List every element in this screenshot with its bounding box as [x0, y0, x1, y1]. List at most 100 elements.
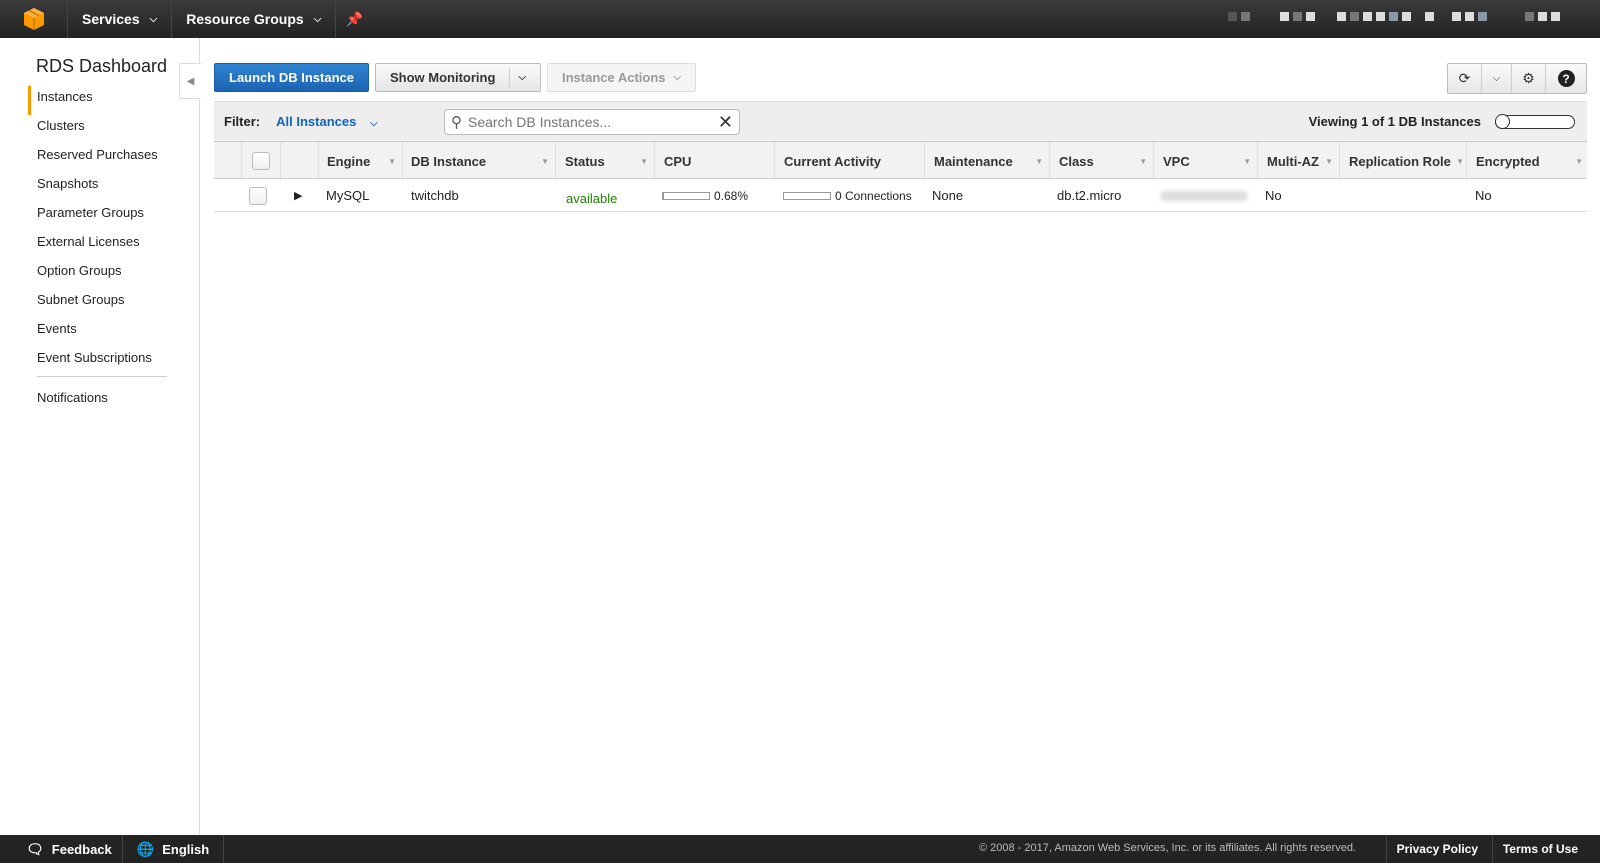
sidebar-item-instances[interactable]: Instances	[28, 86, 178, 115]
cell-engine: MySQL	[326, 188, 370, 203]
sidebar-item-subnet-groups[interactable]: Subnet Groups	[28, 289, 178, 318]
filter-dropdown[interactable]: All Instances ⌵	[276, 114, 377, 129]
chevron-down-icon[interactable]: ⌵	[1482, 64, 1512, 93]
row-density-slider[interactable]	[1495, 114, 1575, 129]
filter-value: All Instances	[276, 114, 357, 129]
privacy-policy-link[interactable]: Privacy Policy	[1385, 835, 1488, 863]
instance-actions-button[interactable]: Instance Actions ⌵	[546, 63, 697, 92]
cell-vpc[interactable]	[1160, 179, 1248, 212]
copyright-text: © 2008 - 2017, Amazon Web Services, Inc.…	[979, 842, 1356, 854]
resource-groups-label: Resource Groups	[186, 11, 304, 27]
pin-icon[interactable]: 📌	[336, 0, 372, 38]
toolbar: Launch DB Instance Show Monitoring ⌵ Ins…	[214, 63, 697, 93]
sidebar-item-option-groups[interactable]: Option Groups	[28, 260, 178, 289]
refresh-icon[interactable]: ⟳	[1448, 64, 1482, 93]
cell-db-instance[interactable]: twitchdb	[411, 179, 459, 212]
cpu-bar-fill	[663, 192, 664, 199]
sidebar-item-parameter-groups[interactable]: Parameter Groups	[28, 202, 178, 231]
cell-status: available	[566, 191, 618, 206]
column-encrypted-label: Encrypted	[1476, 153, 1540, 169]
resource-groups-menu[interactable]: Resource Groups ⌵	[172, 0, 337, 38]
sort-icon: ▼	[1243, 156, 1251, 166]
table-row[interactable]: ▶ MySQL twitchdb available 0.68% 0 Conne…	[214, 179, 1587, 212]
aws-logo-icon[interactable]	[0, 0, 68, 38]
sort-icon: ▼	[1575, 156, 1583, 166]
column-maintenance[interactable]: Maintenance ▼	[924, 142, 1049, 180]
right-toolbar: ⟳ ⌵ ⚙ ?	[1447, 63, 1587, 94]
cell-maintenance: None	[932, 188, 964, 203]
sort-icon: ▼	[541, 156, 549, 166]
sort-icon: ▼	[640, 156, 648, 166]
sidebar-divider	[37, 376, 167, 377]
show-monitoring-button[interactable]: Show Monitoring ⌵	[374, 63, 541, 92]
speech-bubble-icon: 🗨	[26, 840, 44, 857]
instances-table: Engine ▼ DB Instance ▼ Status ▼ CPU Curr…	[214, 141, 1587, 212]
cell-current-activity: 0 Connections	[783, 179, 912, 212]
column-engine[interactable]: Engine ▼	[318, 142, 402, 180]
sidebar-item-reserved-purchases[interactable]: Reserved Purchases	[28, 144, 178, 173]
sidebar-item-clusters[interactable]: Clusters	[28, 115, 178, 144]
help-icon: ?	[1557, 70, 1575, 87]
column-multi-az[interactable]: Multi-AZ ▼	[1257, 142, 1339, 180]
sidebar: RDS Dashboard Instances Clusters Reserve…	[0, 38, 201, 835]
row-select-cell	[249, 179, 267, 212]
select-all-cell	[241, 142, 281, 180]
table-header: Engine ▼ DB Instance ▼ Status ▼ CPU Curr…	[214, 141, 1587, 180]
cell-class: db.t2.micro	[1057, 188, 1122, 203]
sidebar-item-events[interactable]: Events	[28, 318, 178, 347]
sort-icon: ▼	[388, 156, 396, 166]
top-navigation-bar: Services ⌵ Resource Groups ⌵ 📌	[0, 0, 1600, 38]
feedback-button[interactable]: 🗨 Feedback	[0, 835, 123, 863]
column-class[interactable]: Class ▼	[1049, 142, 1153, 180]
sidebar-item-snapshots[interactable]: Snapshots	[28, 173, 178, 202]
chevron-left-icon: ◀	[186, 75, 195, 87]
instance-actions-label: Instance Actions	[561, 70, 666, 85]
viewing-count: Viewing 1 of 1 DB Instances	[1308, 114, 1481, 129]
terms-of-use-link[interactable]: Terms of Use	[1491, 835, 1588, 863]
expand-row-icon[interactable]: ▶	[294, 179, 302, 212]
services-menu[interactable]: Services ⌵	[68, 0, 173, 38]
sidebar-item-external-licenses[interactable]: External Licenses	[28, 231, 178, 260]
help-button[interactable]: ?	[1546, 64, 1586, 93]
account-menu[interactable]	[1228, 12, 1560, 21]
cell-cpu: 0.68%	[662, 179, 748, 212]
launch-db-instance-button[interactable]: Launch DB Instance	[214, 63, 369, 92]
search-input[interactable]	[468, 114, 698, 130]
column-status[interactable]: Status ▼	[555, 142, 654, 180]
clear-search-icon[interactable]: ✕	[718, 112, 733, 133]
column-replication-role[interactable]: Replication Role ▼	[1339, 142, 1466, 180]
column-vpc[interactable]: VPC ▼	[1153, 142, 1257, 180]
collapse-sidebar-button[interactable]: ◀	[179, 63, 201, 99]
feedback-label: Feedback	[51, 841, 112, 857]
column-db-instance-label: DB Instance	[411, 153, 487, 169]
column-encrypted[interactable]: Encrypted ▼	[1466, 142, 1587, 180]
sidebar-item-notifications[interactable]: Notifications	[28, 387, 178, 416]
sidebar-nav: Instances Clusters Reserved Purchases Sn…	[28, 86, 178, 416]
cell-encrypted: No	[1475, 188, 1492, 203]
cpu-bar	[662, 191, 710, 200]
footer: 🗨 Feedback 🌐 English © 2008 - 2017, Amaz…	[0, 835, 1600, 863]
column-cpu[interactable]: CPU	[654, 142, 774, 180]
sidebar-title[interactable]: RDS Dashboard	[36, 56, 167, 77]
gear-icon[interactable]: ⚙	[1512, 64, 1546, 93]
column-db-instance[interactable]: DB Instance ▼	[402, 142, 555, 180]
cell-multi-az: No	[1265, 188, 1282, 203]
row-checkbox[interactable]	[249, 186, 267, 205]
select-all-checkbox[interactable]	[252, 152, 270, 170]
column-current-activity[interactable]: Current Activity	[774, 142, 924, 180]
slider-knob[interactable]	[1495, 114, 1510, 129]
chevron-down-icon: ⌵	[313, 13, 322, 25]
column-status-label: Status	[565, 153, 605, 169]
chevron-down-icon: ⌵	[369, 118, 378, 129]
globe-icon: 🌐	[136, 840, 155, 857]
chevron-down-icon: ⌵	[673, 72, 682, 83]
column-multi-az-label: Multi-AZ	[1267, 153, 1319, 169]
sort-icon: ▼	[1325, 156, 1333, 166]
language-selector[interactable]: 🌐 English	[123, 835, 225, 863]
sort-icon: ▼	[1035, 156, 1043, 166]
sidebar-item-event-subscriptions[interactable]: Event Subscriptions	[28, 347, 178, 376]
chevron-down-icon[interactable]: ⌵	[518, 72, 526, 83]
chevron-down-icon: ⌵	[149, 13, 158, 25]
search-box: ⚲ ✕	[444, 109, 740, 135]
column-engine-label: Engine	[327, 153, 371, 169]
